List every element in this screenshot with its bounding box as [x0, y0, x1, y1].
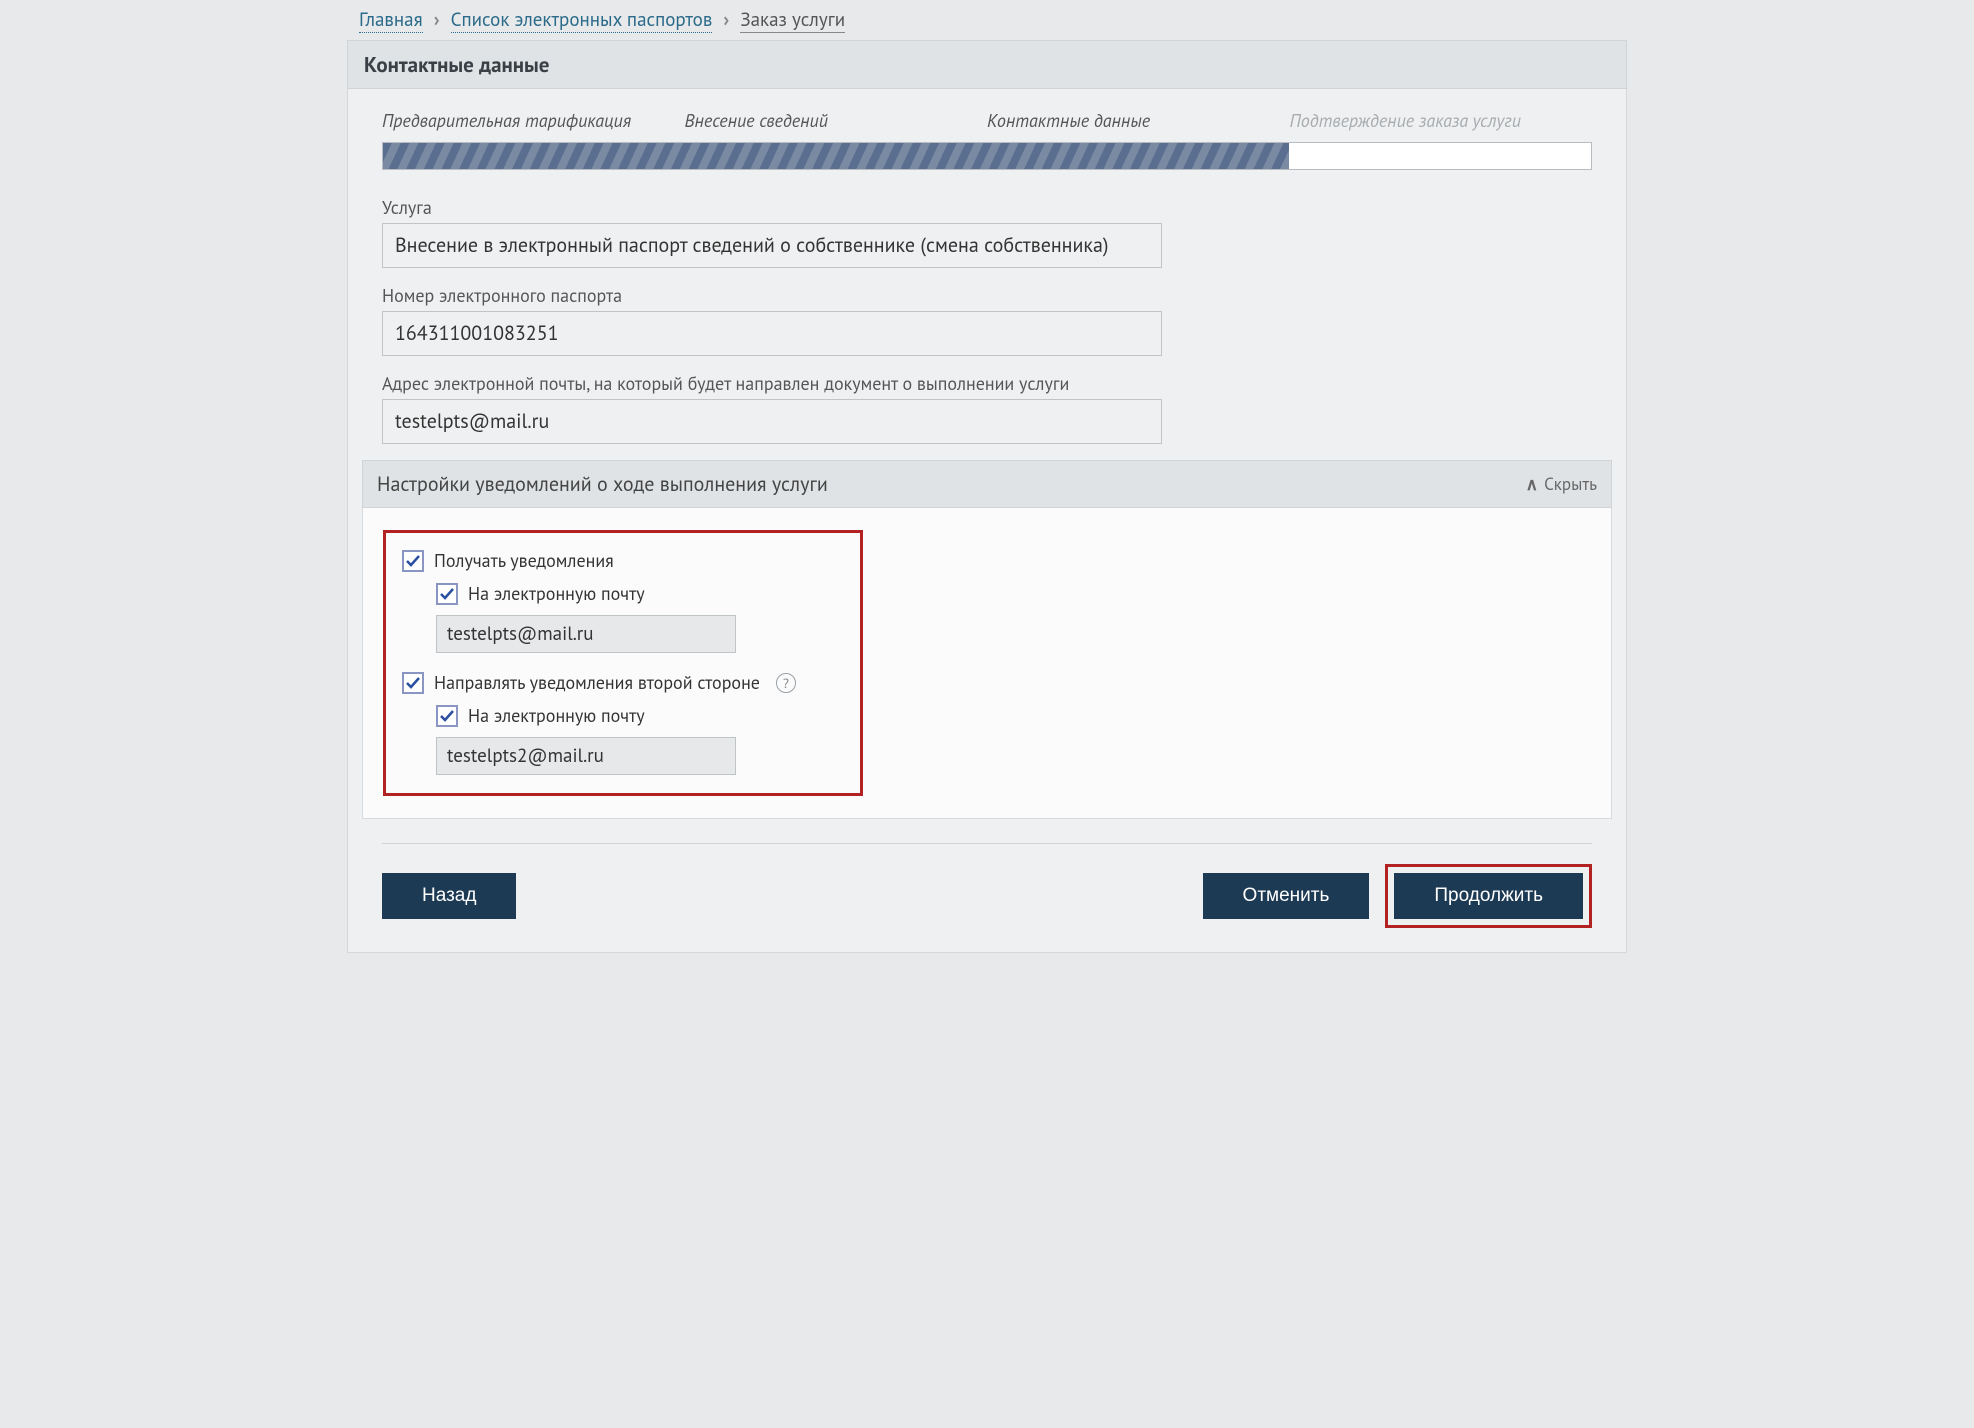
notifications-section-header: Настройки уведомлений о ходе выполнения …	[362, 460, 1612, 508]
field-email: Адрес электронной почты, на который буде…	[382, 372, 1592, 444]
second-party-label: Направлять уведомления второй стороне	[434, 671, 760, 694]
field-service: Услуга Внесение в электронный паспорт св…	[382, 196, 1592, 268]
step-tariff: Предварительная тарификация	[382, 109, 685, 132]
field-passport-no-value: 164311001083251	[382, 311, 1162, 356]
notifications-highlight-box: Получать уведомления На электронную почт…	[383, 530, 863, 796]
check-icon	[405, 675, 421, 691]
panel-title: Контактные данные	[347, 40, 1627, 89]
field-passport-no-label: Номер электронного паспорта	[382, 284, 1592, 307]
progress-bar	[382, 142, 1592, 170]
check-icon	[439, 708, 455, 724]
notifications-toggle-label: Скрыть	[1544, 473, 1597, 495]
chevron-right-icon: ›	[434, 8, 440, 32]
continue-button[interactable]: Продолжить	[1394, 873, 1583, 919]
cancel-button[interactable]: Отменить	[1203, 873, 1370, 919]
divider	[382, 843, 1592, 844]
receive-by-email-checkbox[interactable]	[436, 583, 458, 605]
second-party-email-field[interactable]: testelpts2@mail.ru	[436, 737, 736, 775]
breadcrumb-list[interactable]: Список электронных паспортов	[451, 8, 713, 33]
breadcrumb-home[interactable]: Главная	[359, 8, 423, 33]
second-party-by-email-label: На электронную почту	[468, 704, 645, 727]
step-data-entry: Внесение сведений	[685, 109, 988, 132]
chevron-up-icon: ∧	[1526, 473, 1538, 495]
step-contact: Контактные данные	[987, 109, 1290, 132]
help-icon[interactable]: ?	[776, 673, 796, 693]
breadcrumb: Главная › Список электронных паспортов ›…	[347, 0, 1627, 40]
field-passport-no: Номер электронного паспорта 164311001083…	[382, 284, 1592, 356]
back-button[interactable]: Назад	[382, 873, 516, 919]
field-email-label: Адрес электронной почты, на который буде…	[382, 372, 1592, 395]
notifications-toggle[interactable]: ∧ Скрыть	[1526, 473, 1597, 495]
breadcrumb-current: Заказ услуги	[740, 8, 845, 33]
notifications-title: Настройки уведомлений о ходе выполнения …	[377, 471, 828, 497]
step-confirm: Подтверждение заказа услуги	[1290, 109, 1593, 132]
field-service-value: Внесение в электронный паспорт сведений …	[382, 223, 1162, 268]
receive-email-field[interactable]: testelpts@mail.ru	[436, 615, 736, 653]
receive-notifications-checkbox[interactable]	[402, 550, 424, 572]
receive-notifications-label: Получать уведомления	[434, 549, 614, 572]
check-icon	[405, 553, 421, 569]
notifications-section-body: Получать уведомления На электронную почт…	[362, 508, 1612, 819]
receive-by-email-label: На электронную почту	[468, 582, 645, 605]
second-party-by-email-checkbox[interactable]	[436, 705, 458, 727]
second-party-checkbox[interactable]	[402, 672, 424, 694]
chevron-right-icon: ›	[723, 8, 729, 32]
field-email-value: testelpts@mail.ru	[382, 399, 1162, 444]
field-service-label: Услуга	[382, 196, 1592, 219]
continue-highlight: Продолжить	[1385, 864, 1592, 928]
footer-buttons: Назад Отменить Продолжить	[382, 864, 1592, 928]
wizard-steps: Предварительная тарификация Внесение све…	[382, 109, 1592, 132]
check-icon	[439, 586, 455, 602]
